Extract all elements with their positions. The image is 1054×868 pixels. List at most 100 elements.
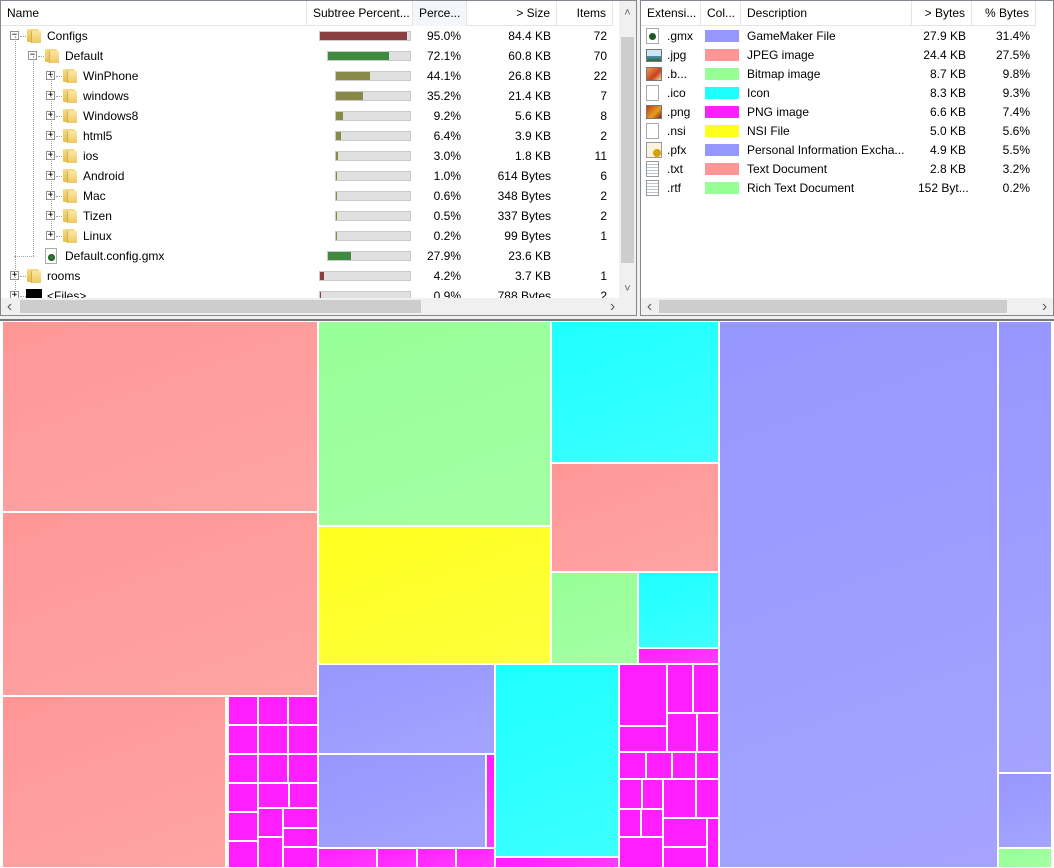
treemap-tile-ico[interactable] xyxy=(638,572,719,648)
tree-vertical-scroll-thumb[interactable] xyxy=(621,37,634,263)
treemap-tile-png[interactable] xyxy=(289,783,318,808)
treemap-tile-png[interactable] xyxy=(641,809,663,837)
scroll-down-arrow-icon[interactable]: ˅ xyxy=(619,281,636,298)
column-header-subtree-percent[interactable]: Subtree Percent... xyxy=(307,1,413,26)
treemap-tile-gmx[interactable] xyxy=(318,754,486,848)
tree-row[interactable]: + Linux 0.2% 99 Bytes 1 xyxy=(1,226,619,246)
column-header-color[interactable]: Col... xyxy=(701,1,741,26)
treemap-tile-png[interactable] xyxy=(258,696,288,725)
tree-row[interactable]: + Mac 0.6% 348 Bytes 2 xyxy=(1,186,619,206)
treemap-tile-png[interactable] xyxy=(228,754,258,783)
treemap-tile-png[interactable] xyxy=(663,818,707,847)
treemap-tile-pfx[interactable] xyxy=(998,321,1052,773)
treemap-tile-rtf[interactable] xyxy=(998,848,1052,868)
column-header-extension[interactable]: Extensi... xyxy=(641,1,701,26)
extension-horizontal-scrollbar[interactable]: ‹ › xyxy=(641,298,1053,315)
treemap-tile-png[interactable] xyxy=(228,696,258,725)
treemap-tile-jpg[interactable] xyxy=(2,512,318,696)
treemap-tile-nsi[interactable] xyxy=(318,526,551,664)
column-header-percent-bytes[interactable]: % Bytes xyxy=(972,1,1036,26)
treemap-tile-gmx[interactable] xyxy=(318,664,495,754)
treemap-tile-png[interactable] xyxy=(693,664,719,713)
treemap-tile-ico[interactable] xyxy=(495,664,619,857)
treemap-tile-png[interactable] xyxy=(456,848,495,868)
treemap-tile-png[interactable] xyxy=(619,837,663,868)
extension-row[interactable]: .rtf Rich Text Document 152 Byt... 0.2% xyxy=(641,178,1053,197)
treemap-tile-png[interactable] xyxy=(663,779,696,818)
treemap-tile-png[interactable] xyxy=(318,848,377,868)
column-header-percent[interactable]: Perce... xyxy=(413,1,467,26)
column-header-size[interactable]: > Size xyxy=(467,1,557,26)
treemap-tile-png[interactable] xyxy=(663,847,707,868)
treemap-tile-png[interactable] xyxy=(696,779,719,818)
treemap-tile-png[interactable] xyxy=(228,812,258,841)
tree-row[interactable]: + WinPhone 44.1% 26.8 KB 22 xyxy=(1,66,619,86)
tree-row[interactable]: + ios 3.0% 1.8 KB 11 xyxy=(1,146,619,166)
tree-row[interactable]: + windows 35.2% 21.4 KB 7 xyxy=(1,86,619,106)
treemap-tile-png[interactable] xyxy=(696,752,719,779)
treemap-tile-png[interactable] xyxy=(228,841,258,868)
tree-row[interactable]: + Windows8 9.2% 5.6 KB 8 xyxy=(1,106,619,126)
scroll-left-arrow-icon[interactable]: ‹ xyxy=(641,298,658,315)
treemap-tile-bmp[interactable] xyxy=(551,572,638,664)
treemap-view[interactable] xyxy=(0,319,1054,868)
treemap-tile-png[interactable] xyxy=(638,648,719,664)
extension-row[interactable]: .jpg JPEG image 24.4 KB 27.5% xyxy=(641,45,1053,64)
treemap-tile-png[interactable] xyxy=(672,752,696,779)
treemap-tile-png[interactable] xyxy=(417,848,456,868)
treemap-tile-png[interactable] xyxy=(707,818,719,868)
treemap-tile-png[interactable] xyxy=(619,809,641,837)
treemap-tile-gmx[interactable] xyxy=(719,321,998,868)
treemap-tile-png[interactable] xyxy=(258,725,288,754)
column-header-items[interactable]: Items xyxy=(557,1,613,26)
treemap-tile-png[interactable] xyxy=(258,783,289,808)
treemap-tile-png[interactable] xyxy=(258,837,283,868)
extension-row[interactable]: .png PNG image 6.6 KB 7.4% xyxy=(641,102,1053,121)
extension-row[interactable]: .nsi NSI File 5.0 KB 5.6% xyxy=(641,121,1053,140)
tree-horizontal-scrollbar[interactable]: ‹ › xyxy=(1,298,621,315)
tree-row[interactable]: + html5 6.4% 3.9 KB 2 xyxy=(1,126,619,146)
extension-horizontal-scroll-thumb[interactable] xyxy=(659,300,1007,313)
column-header-name[interactable]: Name xyxy=(1,1,307,26)
treemap-tile-png[interactable] xyxy=(288,696,318,725)
scroll-up-arrow-icon[interactable]: ˄ xyxy=(619,5,636,22)
treemap-tile-png[interactable] xyxy=(697,713,719,752)
tree-row[interactable]: Default.config.gmx 27.9% 23.6 KB xyxy=(1,246,619,266)
column-header-description[interactable]: Description xyxy=(741,1,912,26)
treemap-tile-txt[interactable] xyxy=(551,463,719,572)
treemap-tile-png[interactable] xyxy=(288,725,318,754)
tree-vertical-scrollbar[interactable]: ˄ ˅ xyxy=(619,1,636,299)
tree-row[interactable]: + Android 1.0% 614 Bytes 6 xyxy=(1,166,619,186)
scroll-left-arrow-icon[interactable]: ‹ xyxy=(1,298,18,315)
treemap-tile-jpg[interactable] xyxy=(2,321,318,512)
treemap-tile-png[interactable] xyxy=(228,783,258,812)
column-header-bytes[interactable]: > Bytes xyxy=(912,1,972,26)
treemap-tile-png[interactable] xyxy=(288,754,318,783)
scroll-right-arrow-icon[interactable]: › xyxy=(1036,298,1053,315)
treemap-tile-png[interactable] xyxy=(642,779,663,809)
extension-row[interactable]: .pfx Personal Information Excha... 4.9 KB 5… xyxy=(641,140,1053,159)
tree-row[interactable]: + rooms 4.2% 3.7 KB 1 xyxy=(1,266,619,286)
treemap-tile-png[interactable] xyxy=(619,664,667,726)
treemap-tile-png[interactable] xyxy=(283,828,318,847)
tree-horizontal-scroll-thumb[interactable] xyxy=(20,300,421,313)
tree-row[interactable]: + Tizen 0.5% 337 Bytes 2 xyxy=(1,206,619,226)
extension-row[interactable]: .gmx GameMaker File 27.9 KB 31.4% xyxy=(641,26,1053,45)
treemap-tile-png[interactable] xyxy=(646,752,672,779)
treemap-tile-png[interactable] xyxy=(228,725,258,754)
treemap-tile-png[interactable] xyxy=(619,752,646,779)
treemap-tile-jpg[interactable] xyxy=(2,696,226,868)
treemap-tile-ico[interactable] xyxy=(551,321,719,463)
tree-row[interactable]: − Configs 95.0% 84.4 KB 72 xyxy=(1,26,619,46)
extension-row[interactable]: .ico Icon 8.3 KB 9.3% xyxy=(641,83,1053,102)
treemap-tile-png[interactable] xyxy=(258,754,288,783)
treemap-tile-bmp[interactable] xyxy=(318,321,551,526)
treemap-tile-png[interactable] xyxy=(377,848,417,868)
extension-row[interactable]: .txt Text Document 2.8 KB 3.2% xyxy=(641,159,1053,178)
treemap-tile-pfx[interactable] xyxy=(998,773,1052,848)
treemap-tile-png[interactable] xyxy=(619,726,667,752)
treemap-tile-png[interactable] xyxy=(283,847,318,868)
extension-row[interactable]: .b... Bitmap image 8.7 KB 9.8% xyxy=(641,64,1053,83)
treemap-tile-png[interactable] xyxy=(667,713,697,752)
treemap-tile-png[interactable] xyxy=(667,664,693,713)
